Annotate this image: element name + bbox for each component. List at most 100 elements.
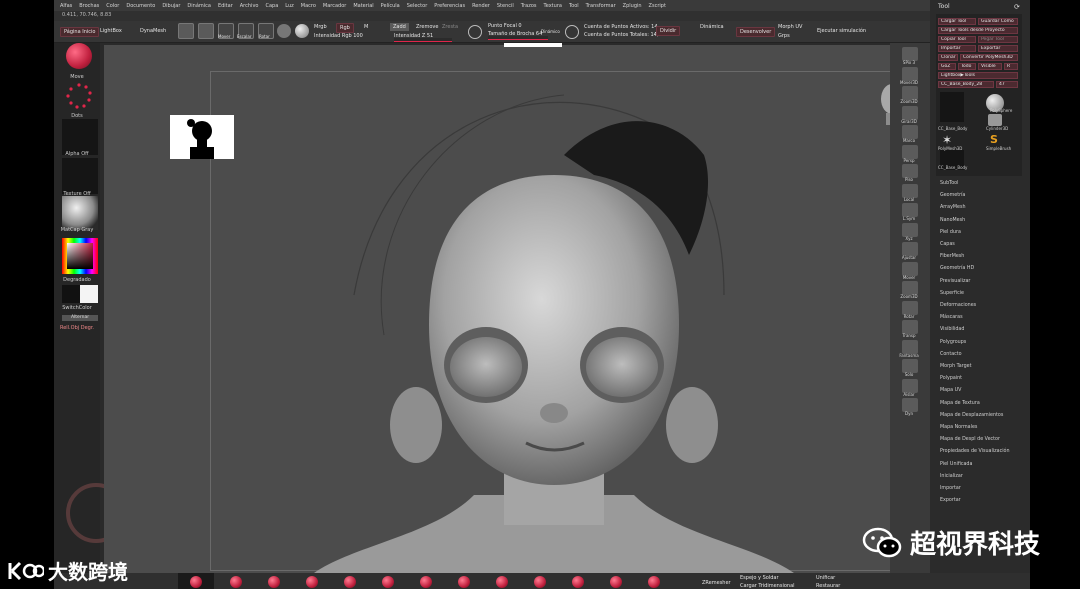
view-control-icon[interactable] <box>902 47 918 61</box>
goz-button[interactable]: GoZ <box>938 63 956 70</box>
view-control-icon[interactable] <box>902 66 918 81</box>
unify-button[interactable]: Unificar <box>816 575 835 581</box>
rgb-intensity-slider[interactable]: Intensidad Rgb 100 <box>314 33 363 39</box>
export-button[interactable]: Exportar <box>978 45 1018 52</box>
view-control-icon[interactable] <box>902 300 918 315</box>
texture-tile[interactable] <box>62 158 98 194</box>
import-button[interactable]: Importar <box>938 45 976 52</box>
menu-item[interactable]: Dinámica <box>187 3 211 9</box>
tool-menu-item[interactable]: Deformaciones <box>940 303 976 308</box>
divide-button[interactable]: Dividir <box>656 26 681 36</box>
goz-visible-button[interactable]: Visible <box>978 63 1002 70</box>
load-3d-button[interactable]: Cargar Tridimensional <box>740 583 795 589</box>
brush-slot-12-icon[interactable] <box>610 576 622 588</box>
stroke-dots-icon[interactable] <box>64 81 94 111</box>
morph-uv-button[interactable]: Morph UV <box>778 24 802 30</box>
view-control-icon[interactable] <box>902 320 918 334</box>
restore-button[interactable]: Restaurar <box>816 583 840 589</box>
navigation-thumbnail[interactable] <box>170 115 234 159</box>
tool-menu-item[interactable]: Visibilidad <box>940 327 964 332</box>
tool-menu-item[interactable]: Piel Unificada <box>940 462 972 467</box>
menu-item[interactable]: Zscript <box>649 3 666 9</box>
view-control-icon[interactable] <box>902 125 918 139</box>
menu-item[interactable]: Capa <box>265 3 278 9</box>
dynamesh-button[interactable]: DynaMesh <box>140 28 166 34</box>
menu-item[interactable]: Documento <box>126 3 155 9</box>
zcut-toggle[interactable]: Zresta <box>442 24 458 30</box>
tool-menu-item[interactable]: Previsualizar <box>940 279 970 284</box>
brush-slot-4-icon[interactable] <box>306 576 318 588</box>
tool-menu-item[interactable]: Polypaint <box>940 376 962 381</box>
tool-menu-item[interactable]: SubTool <box>940 181 958 186</box>
matcap-sphere-icon[interactable] <box>62 196 98 230</box>
tool-menu-item[interactable]: ArrayMesh <box>940 205 966 210</box>
focal-shift-icon[interactable] <box>468 25 482 39</box>
tool-menu-item[interactable]: Contacto <box>940 352 962 357</box>
convert-polymesh-button[interactable]: Convertir PolyMesh3D <box>960 54 1018 61</box>
brush-slot-11-icon[interactable] <box>572 576 584 588</box>
tool-menu-item[interactable]: Exportar <box>940 498 961 503</box>
z-intensity-bar[interactable] <box>394 38 452 42</box>
brush-size-bar[interactable] <box>488 36 548 40</box>
draw-mode-icon[interactable] <box>198 23 214 39</box>
brush-slot-1-icon[interactable] <box>190 576 202 588</box>
view-control-icon[interactable] <box>902 261 918 276</box>
view-control-icon[interactable] <box>902 222 918 237</box>
view-control-icon[interactable] <box>902 183 918 198</box>
polymesh3d-icon[interactable]: ✶ <box>942 133 952 147</box>
menu-item[interactable]: Alfas <box>60 3 72 9</box>
lightbox-button[interactable]: LightBox <box>100 28 122 34</box>
brush-slot-3-icon[interactable] <box>268 576 280 588</box>
menu-item[interactable]: Editar <box>218 3 233 9</box>
brush-slot-6-icon[interactable] <box>382 576 394 588</box>
alpha-tile[interactable] <box>62 119 98 155</box>
menu-item[interactable]: Render <box>472 3 490 9</box>
menu-item[interactable]: Trazos <box>521 3 537 9</box>
tool-menu-item[interactable]: FiberMesh <box>940 254 964 259</box>
zsub-toggle[interactable]: Zremove <box>416 24 438 30</box>
menu-item[interactable]: Selector <box>407 3 428 9</box>
groups-toggle[interactable]: Grps <box>778 33 790 39</box>
dynamic-toggle[interactable]: Dinámico <box>541 29 560 34</box>
menu-item[interactable]: Material <box>353 3 373 9</box>
material-sphere-icon[interactable] <box>277 24 291 38</box>
brush-slot-7-icon[interactable] <box>420 576 432 588</box>
unwrap-button[interactable]: Desenvolver <box>736 27 776 37</box>
secondary-color-swatch[interactable] <box>62 285 80 303</box>
mrgb-toggle[interactable]: Mrgb <box>314 24 327 30</box>
alternate-button[interactable]: Alternar <box>62 315 98 321</box>
tool-menu-item[interactable]: Mapa UV <box>940 388 961 393</box>
menu-item[interactable]: Archivo <box>240 3 259 9</box>
tool-menu-item[interactable]: Morph Target <box>940 364 972 369</box>
goz-all-button[interactable]: Todo <box>958 63 976 70</box>
zremesher-button[interactable]: ZRemesher <box>702 580 731 586</box>
brush-slot-5-icon[interactable] <box>344 576 356 588</box>
view-control-icon[interactable] <box>902 339 918 354</box>
edit-mode-icon[interactable] <box>178 23 194 39</box>
character-head-model[interactable] <box>234 65 874 573</box>
tool-menu-item[interactable]: Mapa de Despl de Vector <box>940 437 1000 442</box>
run-simulation-button[interactable]: Ejecutar simulación <box>817 28 866 34</box>
load-from-project-button[interactable]: Cargar Tools desde Proyecto <box>938 27 1018 34</box>
tool-menu-item[interactable]: Superficie <box>940 291 964 296</box>
tool-menu-item[interactable]: Mapa de Textura <box>940 401 980 406</box>
view-control-icon[interactable] <box>902 105 918 120</box>
view-control-icon[interactable] <box>902 144 918 159</box>
rgb-toggle[interactable]: Rgb <box>336 23 354 33</box>
view-control-icon[interactable] <box>902 281 918 295</box>
tool-menu-item[interactable]: Geometría HD <box>940 266 974 271</box>
clone-button[interactable]: Clonar <box>938 54 958 61</box>
tool-menu-item[interactable]: Piel dura <box>940 230 961 235</box>
current-tool-slider[interactable]: CC_Base_Body_28 <box>938 81 994 88</box>
menu-item[interactable]: Película <box>381 3 400 9</box>
dynamic-button[interactable]: Dinámica <box>700 24 724 30</box>
load-tool-button[interactable]: Cargar Tool <box>938 18 976 25</box>
view-control-icon[interactable] <box>902 359 918 373</box>
view-control-icon[interactable] <box>902 86 918 100</box>
brush-slot-8-icon[interactable] <box>458 576 470 588</box>
brush-slot-13-icon[interactable] <box>648 576 660 588</box>
menu-item[interactable]: Macro <box>301 3 316 9</box>
menu-item[interactable]: Brochas <box>79 3 99 9</box>
color-sphere-icon[interactable] <box>295 24 309 38</box>
menu-item[interactable]: Luz <box>285 3 294 9</box>
